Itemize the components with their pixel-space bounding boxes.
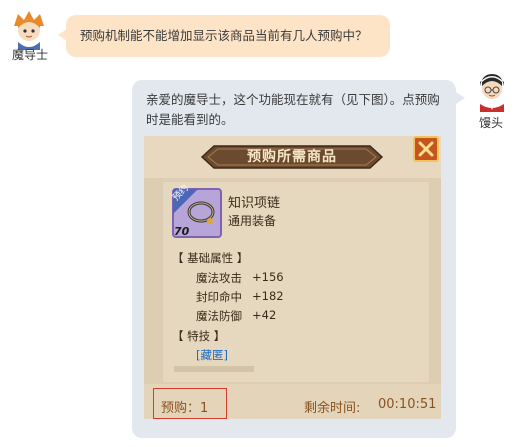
skill-header: 【 特技 】 [172,329,226,343]
remaining-time-value: 00:10:51 [378,397,437,412]
mantou-name: 馒头 [478,116,503,130]
stat-name: 魔法攻击 [196,271,242,285]
remaining-time-label: 剩余时间: [304,401,361,416]
close-icon [418,141,434,157]
skill-link[interactable]: [藏匿] [196,347,228,363]
item-level: 70 [174,225,190,238]
preorder-count[interactable]: 预购：1 [161,397,208,416]
mantou-avatar[interactable] [474,72,510,112]
mantou-message-text: 亲爱的魔导士，这个功能现在就有（见下图）。点预购时是能看到的。 [146,92,440,127]
faded-text-row [174,366,254,372]
item-type: 通用装备 [228,214,277,228]
stat-name: 魔法防御 [196,309,242,323]
item-name: 知识项链 [228,196,281,211]
stat-value: +156 [252,270,284,284]
mantou-message-bubble: 亲爱的魔导士，这个功能现在就有（见下图）。点预购时是能看到的。 预购所需商品 预… [132,80,465,438]
stat-value: +42 [252,308,277,322]
stat-name: 封印命中 [196,290,242,304]
game-screenshot: 预购所需商品 预约 70 知识项链 通用装备 【 基础属性 】 魔法攻击 +15… [144,136,441,419]
mage-avatar[interactable] [8,8,50,50]
dialog-title: 预购所需商品 [247,149,337,165]
close-button[interactable] [413,136,439,162]
basic-attributes-header: 【 基础属性 】 [172,251,249,265]
mage-name: 魔导士 [11,48,48,62]
stat-value: +182 [252,289,284,303]
mage-message-bubble: 预购机制能不能增加显示该商品当前有几人预购中？ [58,15,390,57]
